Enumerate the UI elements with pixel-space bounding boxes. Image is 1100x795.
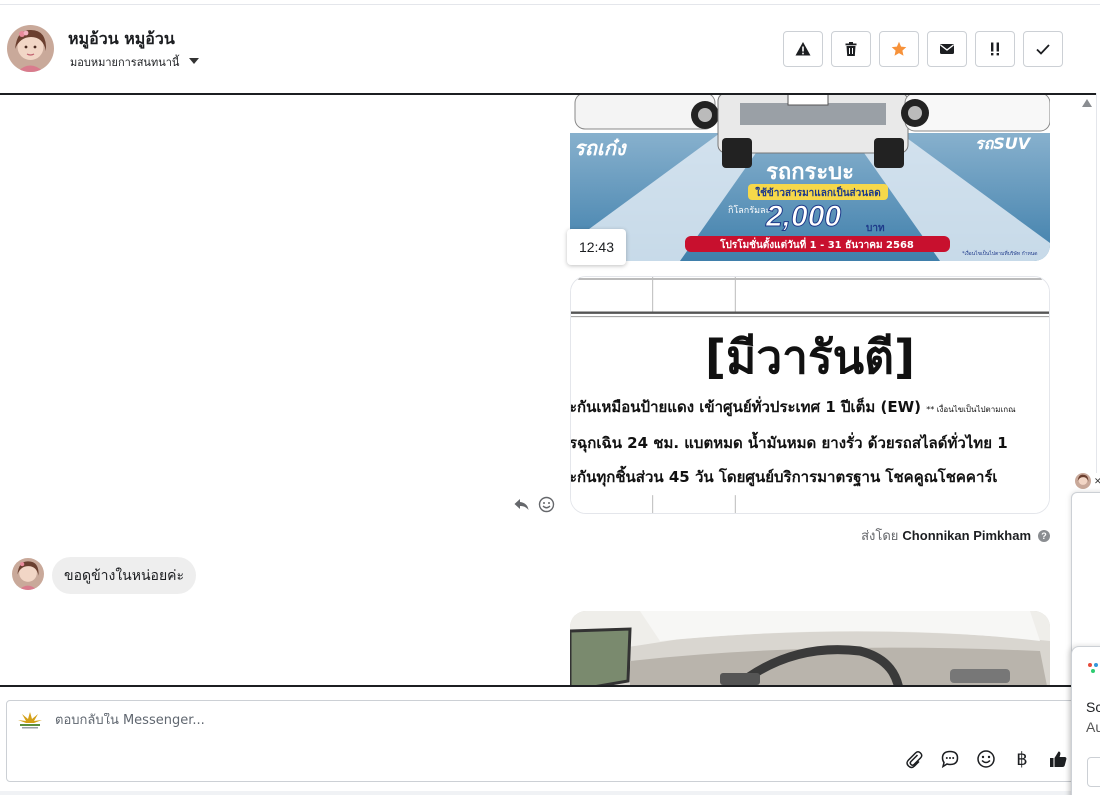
check-icon [1036,44,1050,55]
conversation-header: หมูอ้วน หมูอ้วน มอบหมายการสนทนานี้ [0,5,1095,93]
mark-done-button[interactable] [1023,31,1063,67]
warranty-line-1: ะกันเหมือนป้ายแดง เข้าศูนย์ทั่วประเทศ 1 … [570,398,1016,416]
help-icon[interactable]: ? [1038,529,1050,542]
warranty-line-2: รฉุกเฉิน 24 ชม. แบตหมด น้ำมันหมด ยางรั่ว… [570,434,1008,452]
vertical-divider [1096,93,1097,473]
promo-trade-in: ใช้ข้าวสารมาแลกเป็นส่วนลด [755,185,880,199]
saved-replies-icon[interactable] [939,748,961,770]
double-exclamation-icon [991,42,999,56]
chat-head-avatar[interactable] [1075,473,1091,489]
envelope-icon [940,44,954,54]
promo-right-label: รถSUV [975,134,1032,153]
reply-input[interactable] [55,713,655,728]
reply-icon[interactable] [513,496,530,513]
star-button[interactable] [879,31,919,67]
message-time-tooltip: 12:43 [567,229,626,265]
assign-label: มอบหมายการสนทนานี้ [70,56,180,69]
warranty-line-1-note: ** เงื่อนไขเป็นไปตามเกณ [926,405,1016,414]
warranty-line-3: ะกันทุกชิ้นส่วน 45 วัน โดยศูนย์บริการมาต… [570,468,998,486]
contact-name[interactable]: หมูอ้วน หมูอ้วน [68,27,175,52]
scroll-up-arrow-icon[interactable] [1082,99,1092,107]
message-hover-actions [513,496,555,513]
emoji-reaction-icon[interactable] [538,496,555,513]
notification-button[interactable] [1087,757,1100,787]
emoji-icon[interactable] [975,748,997,770]
incoming-message-bubble[interactable]: ขอดูข้างในหน่อยค่ะ [52,557,197,594]
notification-subtitle: Au [1086,719,1100,735]
warranty-image-attachment[interactable]: [มีวารันตี] ะกันเหมือนป้ายแดง เข้าศูนย์ท… [570,276,1050,514]
mark-important-button[interactable] [975,31,1015,67]
contact-avatar-small[interactable] [12,558,44,590]
contact-avatar[interactable] [7,25,54,72]
app-icon [1088,663,1098,673]
promo-image-attachment[interactable]: รถเก๋ง รถSUV รถกระบะ ใช้ข้าวสารมาแลกเป็น… [570,95,1050,261]
promo-left-label: รถเก๋ง [574,136,628,160]
payment-icon[interactable]: ฿ [1011,748,1033,770]
promo-footnote: *เงื่อนไขเป็นไปตามที่บริษัท กำหนด [962,249,1037,257]
mark-unread-button[interactable] [927,31,967,67]
notification-popup: Sc Au [1071,646,1100,795]
promo-per-kg: กิโลกรัมละ [728,205,771,216]
chat-head-close-icon[interactable]: ✕ [1094,476,1100,487]
sent-by-label: ส่งโดย Chonnikan Pimkham ? [861,525,1050,546]
promo-period: โปรโมชั่นตั้งแต่วันที่ 1 - 31 ธันวาคม 25… [719,237,914,251]
like-icon[interactable] [1047,748,1069,770]
promo-center-label: รถกระบะ [766,160,854,185]
delete-button[interactable] [831,31,871,67]
message-thread[interactable]: รถเก๋ง รถSUV รถกระบะ ใช้ข้าวสารมาแลกเป็น… [0,93,1096,687]
bottom-edge [0,791,1100,795]
trash-icon [845,42,857,56]
car-interior-image-attachment[interactable] [570,611,1050,685]
sent-by-prefix: ส่งโดย [861,528,899,543]
messenger-inbox: หมูอ้วน หมูอ้วน มอบหมายการสนทนานี้ รถเก๋… [0,0,1100,795]
sent-by-name: Chonnikan Pimkham [902,528,1031,543]
composer-tools: ฿ [903,748,1069,770]
star-icon [891,41,907,56]
notification-title: Sc [1086,699,1100,715]
spam-button[interactable] [783,31,823,67]
promo-amount: 2,000 [765,200,841,233]
reply-composer: ฿ [6,700,1076,782]
attachment-icon[interactable] [903,748,925,770]
promo-currency: บาท [866,223,885,234]
conversation-actions [783,31,1063,67]
warranty-title: [มีวารันตี] [704,330,916,384]
chevron-down-icon [189,58,200,64]
assign-conversation-dropdown[interactable]: มอบหมายการสนทนานี้ [70,53,200,71]
page-logo-icon [17,711,43,731]
warning-icon [795,42,811,56]
